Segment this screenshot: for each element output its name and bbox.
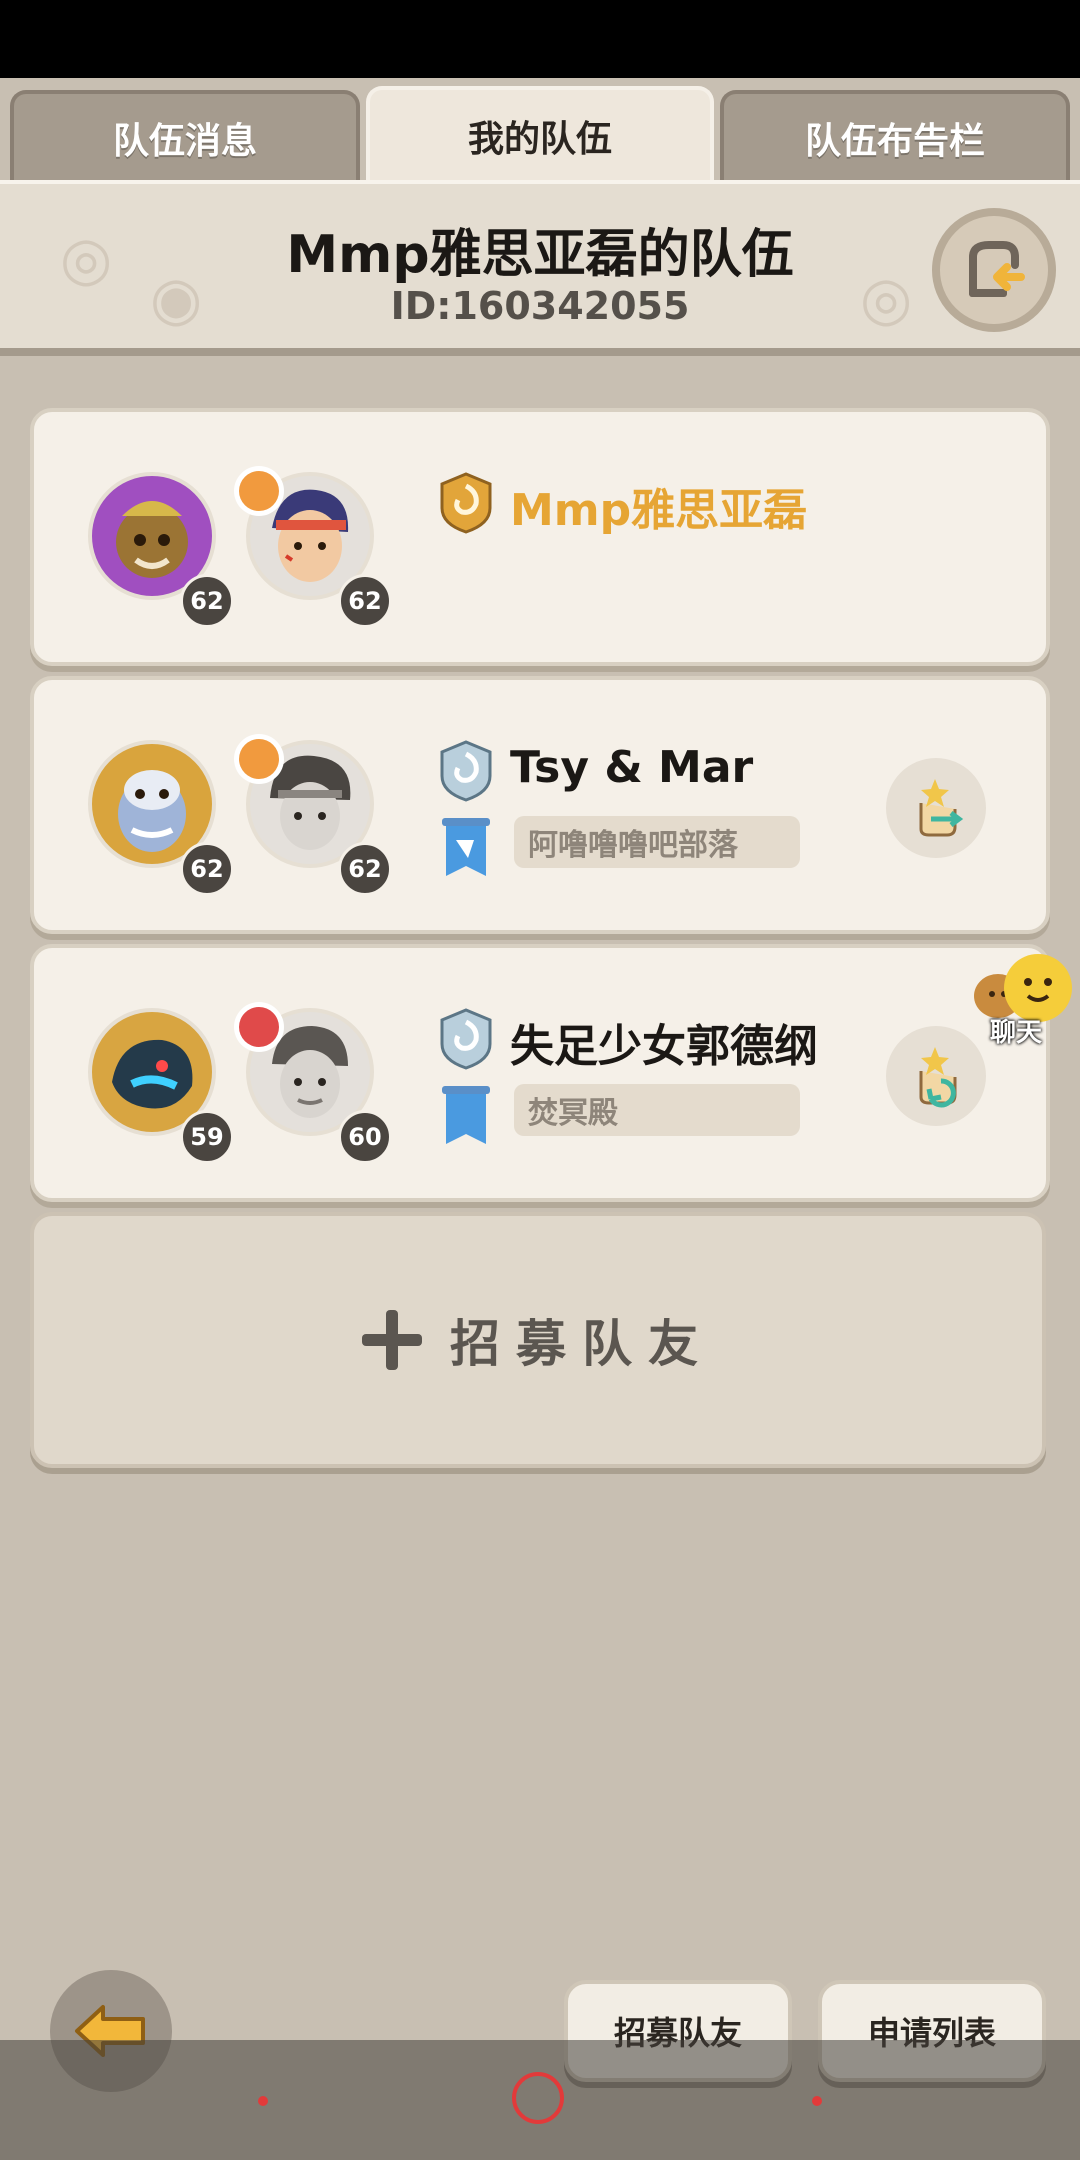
class-badge: [234, 734, 284, 784]
plus-icon: [362, 1310, 422, 1370]
hero-level-badge: 62: [338, 842, 392, 896]
nav-back-dot-icon[interactable]: [258, 2096, 268, 2106]
hero-level-badge: 60: [338, 1110, 392, 1164]
guild-banner-icon: [442, 1086, 490, 1144]
fire-class-icon: [239, 471, 279, 511]
tab-my-team[interactable]: 我的队伍: [366, 86, 714, 182]
member-card[interactable]: 62 62 Tsy & Mar 阿噜噜噜吧部落: [30, 676, 1050, 934]
chat-float-button[interactable]: 聊天: [968, 948, 1080, 1048]
tab-bar: 队伍消息 我的队伍 队伍布告栏: [0, 86, 1080, 182]
nav-recent-dot-icon[interactable]: [812, 2096, 822, 2106]
nav-home-icon[interactable]: [512, 2072, 564, 2124]
guild-banner-icon: [442, 818, 490, 876]
member-card[interactable]: 59 60 失足少女郭德纲 焚冥殿: [30, 944, 1050, 1202]
member-card[interactable]: 62 62 Mmp雅思亚磊: [30, 408, 1050, 666]
hand-swap-icon: [919, 1047, 957, 1108]
leave-team-button[interactable]: [932, 208, 1056, 332]
member-name: 失足少女郭德纲: [510, 1021, 818, 1072]
status-bar: [0, 0, 1080, 78]
pet-level-badge: 59: [180, 1110, 234, 1164]
guild-name-tag: 阿噜噜噜吧部落: [514, 816, 800, 868]
hand-swap-icon: [919, 779, 964, 837]
class-badge: [234, 1002, 284, 1052]
member-shield-icon: [440, 1008, 492, 1070]
leader-shield-icon: [440, 472, 492, 534]
recruit-slot-label: 招募队友: [450, 1315, 714, 1373]
exit-door-icon: [969, 241, 1025, 297]
hero-level-badge: 62: [338, 574, 392, 628]
sword-class-icon: [239, 739, 279, 779]
tab-label: 队伍消息: [112, 121, 257, 162]
recruit-slot-button[interactable]: 招募队友: [30, 1212, 1046, 1468]
tab-label: 队伍布告栏: [804, 121, 985, 162]
member-name: Tsy & Mar: [510, 742, 754, 793]
tab-team-bulletin[interactable]: 队伍布告栏: [720, 90, 1070, 182]
tab-team-messages[interactable]: 队伍消息: [10, 90, 360, 182]
swap-member-button[interactable]: [886, 758, 986, 858]
class-badge: [234, 466, 284, 516]
tab-label: 我的队伍: [467, 119, 612, 160]
pet-level-badge: 62: [180, 574, 234, 628]
member-name: Mmp雅思亚磊: [510, 485, 808, 536]
team-id: ID:160342055: [390, 284, 690, 328]
chat-label: 聊天: [990, 1018, 1043, 1048]
member-shield-icon: [440, 740, 492, 802]
pet-level-badge: 62: [180, 842, 234, 896]
guild-name-tag: 焚冥殿: [514, 1084, 800, 1136]
team-title: Mmp雅思亚磊的队伍: [286, 225, 794, 285]
crossed-swords-class-icon: [239, 1007, 279, 1047]
team-header: ◎ ◉ ◎ Mmp雅思亚磊的队伍 ID:160342055: [0, 180, 1080, 356]
